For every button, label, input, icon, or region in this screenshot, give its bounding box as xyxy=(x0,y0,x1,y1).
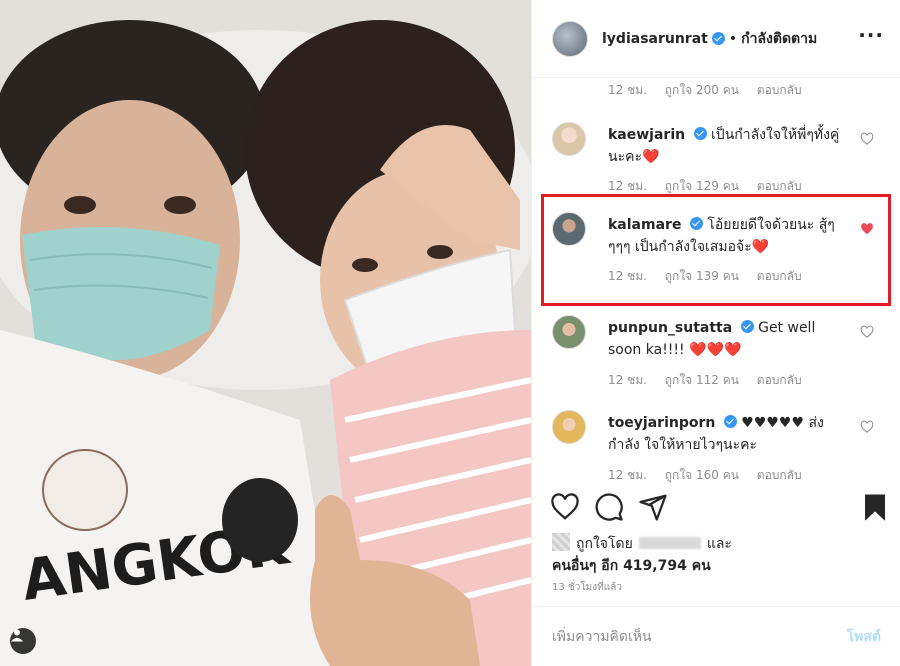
comment-time: 12 ชม. xyxy=(608,269,647,283)
reply-button[interactable]: ตอบกลับ xyxy=(757,83,802,97)
comment-meta: 12 ชม. ถูกใจ 112 คน ตอบกลับ xyxy=(608,371,816,390)
comment-likes-link[interactable]: ถูกใจ 139 คน xyxy=(665,269,739,283)
author-avatar[interactable] xyxy=(552,20,588,57)
reply-button[interactable]: ตอบกลับ xyxy=(757,373,802,387)
comment-meta: 12 ชม. ถูกใจ 160 คน ตอบกลับ xyxy=(608,466,816,485)
commenter-avatar[interactable] xyxy=(552,410,586,444)
comment-time: 12 ชม. xyxy=(608,179,647,193)
saved-bookmark-icon[interactable] xyxy=(860,492,890,522)
reply-button[interactable]: ตอบกลับ xyxy=(757,179,802,193)
comment-likes-link[interactable]: ถูกใจ 200 คน xyxy=(665,83,739,97)
post-comment-button[interactable]: โพสต์ xyxy=(847,626,881,648)
comment-time: 12 ชม. xyxy=(608,83,647,97)
verified-badge-icon xyxy=(740,320,754,333)
commenter-avatar[interactable] xyxy=(552,212,586,246)
photo-illustration: ANGKOK xyxy=(0,0,531,666)
follow-button[interactable]: กำลังติดตาม xyxy=(741,28,817,50)
header-separator: • xyxy=(728,30,738,47)
post-panel: lydiasarunrat • กำลังติดตาม ··· 12 ชม. ถ… xyxy=(531,0,900,666)
verified-badge-icon xyxy=(693,127,707,140)
like-comment-heart-icon[interactable] xyxy=(860,132,874,146)
reply-button[interactable]: ตอบกลับ xyxy=(757,269,802,283)
likes-summary: ถูกใจโดย และ คนอื่นๆ อีก 419,794 คน xyxy=(552,533,882,577)
verified-badge-icon xyxy=(723,415,737,428)
comment-meta: 12 ชม. ถูกใจ 129 คน ตอบกลับ xyxy=(608,177,816,196)
commenter-username[interactable]: kaewjarin xyxy=(608,127,685,143)
comment-body: punpun_sutatta Get well soon ka!!!! ❤️❤️… xyxy=(608,317,850,361)
commenter-username[interactable]: punpun_sutatta xyxy=(608,320,732,336)
liked-by-label: ถูกใจโดย xyxy=(576,536,633,552)
comment-meta: 12 ชม. ถูกใจ 139 คน ตอบกลับ xyxy=(608,267,816,286)
post-action-bar xyxy=(532,490,900,530)
reply-button[interactable]: ตอบกลับ xyxy=(757,468,802,482)
like-comment-heart-icon[interactable] xyxy=(860,420,874,434)
liker-avatar[interactable] xyxy=(552,533,570,551)
more-options-icon[interactable]: ··· xyxy=(858,25,884,45)
tagged-users-button[interactable] xyxy=(10,628,36,654)
blurred-liker-name xyxy=(638,537,701,549)
comment-body: toeyjarinporn ♥♥♥♥♥ ส่งกำลัง ใจให้หายไวๆ… xyxy=(608,412,850,456)
comments-list[interactable]: 12 ชม. ถูกใจ 200 คน ตอบกลับ kaewjarin เป… xyxy=(532,78,900,490)
verified-badge-icon xyxy=(711,32,725,45)
comment-meta: 12 ชม. ถูกใจ 200 คน ตอบกลับ xyxy=(608,81,816,100)
comment-item: kaewjarin เป็นกำลังใจให้พี่ๆทั้งคู่ นะคะ… xyxy=(552,122,882,198)
add-comment-bar: เพิ่มความคิดเห็น โพสต์ xyxy=(532,606,900,666)
share-send-icon[interactable] xyxy=(638,492,668,522)
comment-item: kalamare โอ้ยยยดีใจด้วยนะ สู้ๆ ๆๆๆ เป็นก… xyxy=(552,212,882,288)
comment-likes-link[interactable]: ถูกใจ 129 คน xyxy=(665,179,739,193)
verified-badge-icon xyxy=(689,217,703,230)
commenter-username[interactable]: kalamare xyxy=(608,217,681,233)
commenter-avatar[interactable] xyxy=(552,122,586,156)
comment-time: 12 ชม. xyxy=(608,373,647,387)
like-comment-heart-icon[interactable] xyxy=(860,325,874,339)
likes-count-link[interactable]: คนอื่นๆ อีก 419,794 คน xyxy=(552,558,711,574)
comment-time: 12 ชม. xyxy=(608,468,647,482)
author-username[interactable]: lydiasarunrat xyxy=(602,31,708,47)
comment-likes-link[interactable]: ถูกใจ 160 คน xyxy=(665,468,739,482)
comment-item: punpun_sutatta Get well soon ka!!!! ❤️❤️… xyxy=(552,315,882,391)
comment-body: kalamare โอ้ยยยดีใจด้วยนะ สู้ๆ ๆๆๆ เป็นก… xyxy=(608,214,850,258)
like-heart-icon[interactable] xyxy=(550,492,580,522)
post-header: lydiasarunrat • กำลังติดตาม ··· xyxy=(532,0,900,78)
commenter-avatar[interactable] xyxy=(552,315,586,349)
comment-likes-link[interactable]: ถูกใจ 112 คน xyxy=(665,373,739,387)
comment-body: kaewjarin เป็นกำลังใจให้พี่ๆทั้งคู่ นะคะ… xyxy=(608,124,850,168)
comment-input[interactable]: เพิ่มความคิดเห็น xyxy=(552,626,847,648)
comment-bubble-icon[interactable] xyxy=(594,492,624,522)
post-photo[interactable]: ANGKOK xyxy=(0,0,531,666)
comment-item: toeyjarinporn ♥♥♥♥♥ ส่งกำลัง ใจให้หายไวๆ… xyxy=(552,410,882,490)
liked-by-and: และ xyxy=(706,536,732,552)
commenter-username[interactable]: toeyjarinporn xyxy=(608,415,715,431)
liked-comment-heart-icon[interactable] xyxy=(860,222,874,236)
post-timestamp[interactable]: 13 ชั่วโมงที่แล้ว xyxy=(552,580,622,595)
user-icon xyxy=(11,629,23,642)
